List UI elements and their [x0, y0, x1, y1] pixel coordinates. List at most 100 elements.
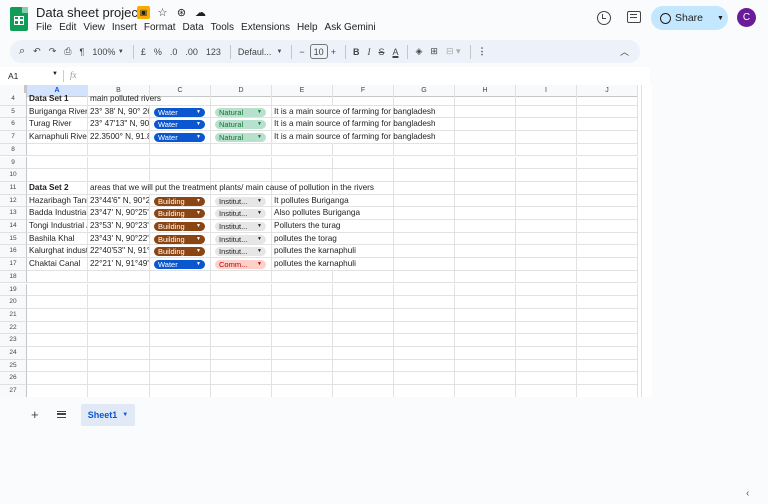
- dropdown-chip[interactable]: Water ▼: [154, 260, 205, 270]
- cell-b13[interactable]: 23°47' N, 90°25': [88, 207, 150, 220]
- all-sheets-icon[interactable]: [57, 411, 66, 418]
- row-header[interactable]: 6: [0, 118, 27, 132]
- cell-e23[interactable]: [272, 334, 333, 347]
- cell-e20[interactable]: [272, 296, 333, 309]
- cell-f27[interactable]: [333, 385, 394, 397]
- cell-i22[interactable]: [516, 321, 577, 335]
- cell-d25[interactable]: [211, 359, 272, 373]
- chevron-down-icon[interactable]: ▼: [257, 260, 262, 269]
- chevron-down-icon[interactable]: ▼: [257, 209, 262, 218]
- cell-e16[interactable]: pollutes the karnaphuli: [272, 245, 356, 259]
- cell-j13[interactable]: [577, 207, 638, 220]
- cell-c25[interactable]: [150, 359, 211, 373]
- chevron-down-icon[interactable]: ▼: [196, 120, 201, 129]
- cell-h23[interactable]: [455, 334, 516, 347]
- cell-j15[interactable]: [577, 232, 638, 246]
- cell-j12[interactable]: [577, 194, 638, 208]
- cell-g18[interactable]: [394, 270, 455, 284]
- redo-icon[interactable]: ↷: [46, 43, 60, 61]
- dropdown-chip[interactable]: Natural ▼: [215, 133, 266, 143]
- cell-g14[interactable]: [394, 220, 455, 233]
- cell-j14[interactable]: [577, 220, 638, 233]
- spreadsheet-grid[interactable]: A B C D E F G H I J 4 Data Set 1 main polluted river…: [0, 85, 652, 397]
- cell-e4[interactable]: [272, 93, 333, 106]
- chevron-down-icon[interactable]: ▼: [196, 222, 201, 231]
- italic-button[interactable]: I: [364, 43, 373, 61]
- cell-b16[interactable]: 22°40'53" N, 91°: [88, 245, 150, 259]
- cell-g22[interactable]: [394, 321, 455, 335]
- cell-a24[interactable]: [27, 347, 88, 360]
- cell-h16[interactable]: [455, 245, 516, 259]
- cell-b12[interactable]: 23°44'6" N, 90°2: [88, 194, 150, 208]
- cell-b15[interactable]: 23°43' N, 90°22': [88, 232, 150, 246]
- cell-e24[interactable]: [272, 347, 333, 360]
- increase-decimal-button[interactable]: .00: [182, 43, 201, 61]
- cell-b9[interactable]: [88, 156, 150, 170]
- cell-b26[interactable]: [88, 372, 150, 386]
- cell-g10[interactable]: [394, 169, 455, 182]
- cell-a27[interactable]: [27, 385, 88, 397]
- cell-d26[interactable]: [211, 372, 272, 386]
- cell-g21[interactable]: [394, 308, 455, 322]
- cell-f15[interactable]: [333, 232, 394, 246]
- print-icon[interactable]: ⎙: [61, 43, 74, 61]
- cell-c5[interactable]: Water ▼: [150, 105, 211, 119]
- decrease-font-size-icon[interactable]: −: [296, 43, 307, 61]
- cell-f18[interactable]: [333, 270, 394, 284]
- cell-j11[interactable]: [577, 181, 638, 195]
- cell-d14[interactable]: Institut... ▼: [211, 220, 272, 233]
- row-header[interactable]: 16: [0, 245, 27, 259]
- add-sheet-icon[interactable]: +: [31, 407, 39, 422]
- cell-a20[interactable]: [27, 296, 88, 309]
- cell-a4[interactable]: Data Set 1: [27, 93, 88, 106]
- comments-icon[interactable]: [627, 11, 641, 23]
- cell-j26[interactable]: [577, 372, 638, 386]
- cell-c8[interactable]: [150, 143, 211, 157]
- cell-b27[interactable]: [88, 385, 150, 397]
- cell-f19[interactable]: [333, 283, 394, 297]
- chevron-down-icon[interactable]: ▼: [196, 108, 201, 117]
- shortcut-icon[interactable]: ⊛: [175, 6, 188, 19]
- row-header[interactable]: 14: [0, 220, 27, 233]
- cell-c21[interactable]: [150, 308, 211, 322]
- cell-e21[interactable]: [272, 308, 333, 322]
- name-box[interactable]: A1: [8, 71, 18, 81]
- cloud-status-icon[interactable]: ☁: [194, 6, 207, 19]
- avatar[interactable]: C: [737, 8, 756, 27]
- chevron-down-icon[interactable]: ▼: [257, 222, 262, 231]
- cell-c23[interactable]: [150, 334, 211, 347]
- cell-d18[interactable]: [211, 270, 272, 284]
- cell-j4[interactable]: [577, 93, 638, 106]
- cell-h22[interactable]: [455, 321, 516, 335]
- cell-c18[interactable]: [150, 270, 211, 284]
- cell-d4[interactable]: [211, 93, 272, 106]
- cell-h26[interactable]: [455, 372, 516, 386]
- cell-i11[interactable]: [516, 181, 577, 195]
- cell-d7[interactable]: Natural ▼: [211, 131, 272, 144]
- cell-b5[interactable]: 23° 38' N, 90° 26: [88, 105, 150, 119]
- menu-item-file[interactable]: File: [36, 22, 57, 33]
- cell-d21[interactable]: [211, 308, 272, 322]
- cell-g24[interactable]: [394, 347, 455, 360]
- font-size-input[interactable]: 10: [309, 44, 328, 59]
- cell-j21[interactable]: [577, 308, 638, 322]
- document-title[interactable]: Data sheet project: [36, 5, 142, 20]
- cell-i20[interactable]: [516, 296, 577, 309]
- cell-f9[interactable]: [333, 156, 394, 170]
- cell-b8[interactable]: [88, 143, 150, 157]
- cell-j8[interactable]: [577, 143, 638, 157]
- move-to-folder-icon[interactable]: ▣: [137, 6, 150, 19]
- cell-a8[interactable]: [27, 143, 88, 157]
- cell-h8[interactable]: [455, 143, 516, 157]
- dropdown-chip[interactable]: Water ▼: [154, 133, 205, 143]
- cell-e12[interactable]: It pollutes Buriganga: [272, 195, 349, 208]
- cell-g11[interactable]: [394, 181, 455, 195]
- cell-c9[interactable]: [150, 156, 211, 170]
- cell-d20[interactable]: [211, 296, 272, 309]
- undo-icon[interactable]: ↶: [30, 43, 44, 61]
- cell-e10[interactable]: [272, 169, 333, 182]
- row-header[interactable]: 8: [0, 143, 27, 157]
- cell-h24[interactable]: [455, 347, 516, 360]
- cell-b20[interactable]: [88, 296, 150, 309]
- chevron-down-icon[interactable]: ▼: [257, 235, 262, 244]
